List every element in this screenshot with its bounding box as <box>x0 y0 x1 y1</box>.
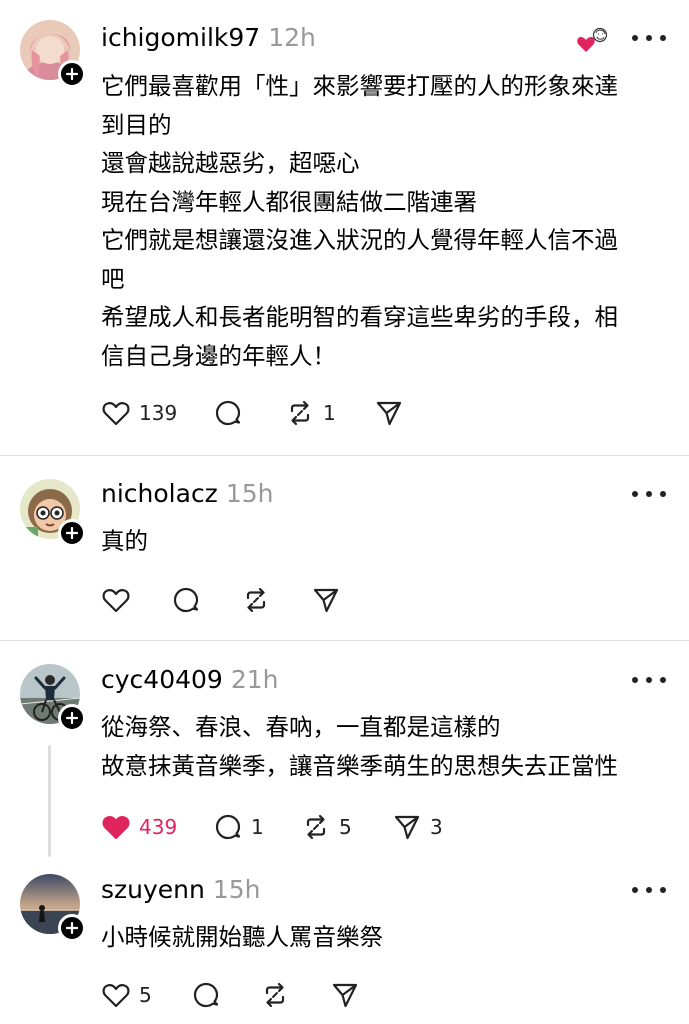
username[interactable]: nicholacz <box>101 479 218 508</box>
liked-by-author-heart-icon <box>577 27 608 52</box>
share-count: 3 <box>430 815 443 839</box>
repost-count: 1 <box>323 401 336 425</box>
more-dots-icon <box>632 491 638 497</box>
like-button[interactable]: 5 <box>101 980 152 1010</box>
comment-button[interactable] <box>191 980 221 1010</box>
post-text: 它們最喜歡用「性」來影響要打壓的人的形象來達 到目的 還會越說越惡劣，超噁心 現… <box>101 72 618 370</box>
share-send-icon <box>376 401 402 426</box>
repost-icon <box>290 400 310 426</box>
avatar-ichigomilk97[interactable] <box>20 20 86 88</box>
share-button[interactable] <box>311 585 341 615</box>
plus-icon <box>66 68 78 80</box>
more-dots-icon <box>632 677 638 683</box>
comment-button[interactable] <box>171 585 201 615</box>
more-options-button[interactable] <box>632 484 666 504</box>
username[interactable]: ichigomilk97 <box>101 23 260 52</box>
heart-icon <box>102 589 130 613</box>
more-dots-icon <box>632 35 638 41</box>
repost-button[interactable]: 1 <box>285 398 336 428</box>
avatar-nicholacz[interactable] <box>20 479 86 547</box>
like-count: 139 <box>139 401 178 425</box>
share-send-icon <box>394 815 420 840</box>
share-button[interactable]: 3 <box>392 812 443 842</box>
repost-count: 5 <box>339 815 352 839</box>
share-send-icon <box>332 983 358 1008</box>
post-divider <box>0 640 689 641</box>
plus-icon <box>66 712 78 724</box>
repost-icon <box>265 982 285 1008</box>
avatar-szuyenn[interactable] <box>20 874 86 942</box>
timestamp: 15h <box>212 875 261 904</box>
post-header: cyc40409 21h <box>101 664 278 696</box>
comment-button[interactable]: 1 <box>213 812 264 842</box>
avatar-cyc40409[interactable] <box>20 664 86 732</box>
heart-icon <box>102 402 130 426</box>
follow-button[interactable] <box>58 704 86 732</box>
repost-icon <box>306 814 326 840</box>
post-divider <box>0 455 689 456</box>
follow-button[interactable] <box>58 60 86 88</box>
like-button[interactable]: 439 <box>101 812 177 842</box>
like-button[interactable] <box>101 585 139 615</box>
post-header: szuyenn 15h <box>101 874 261 906</box>
comment-count: 1 <box>251 815 264 839</box>
post-header: ichigomilk97 12h <box>101 22 316 54</box>
like-count: 5 <box>139 983 152 1007</box>
post-header: nicholacz 15h <box>101 478 273 510</box>
plus-icon <box>66 527 78 539</box>
comment-bubble-icon <box>215 814 241 840</box>
post-text: 真的 <box>101 527 148 555</box>
repost-icon <box>246 587 266 613</box>
comment-bubble-icon <box>173 587 199 613</box>
comment-button[interactable] <box>213 398 243 428</box>
share-button[interactable] <box>330 980 360 1010</box>
timestamp: 15h <box>225 479 274 508</box>
more-dots-icon <box>632 887 638 893</box>
timestamp: 21h <box>230 665 279 694</box>
username[interactable]: szuyenn <box>101 875 205 904</box>
timestamp: 12h <box>268 23 316 52</box>
post-text: 從海祭、春浪、春吶，一直都是這樣的 故意抹黃音樂季，讓音樂季萌生的思想失去正當性 <box>101 713 618 780</box>
repost-button[interactable] <box>260 980 290 1010</box>
repost-button[interactable]: 5 <box>301 812 352 842</box>
like-button[interactable]: 139 <box>101 398 177 428</box>
more-options-button[interactable] <box>632 880 666 900</box>
share-button[interactable] <box>374 398 412 428</box>
plus-icon <box>66 922 78 934</box>
more-options-button[interactable] <box>632 28 666 48</box>
more-options-button[interactable] <box>632 670 666 690</box>
thread-connector-line <box>48 745 51 857</box>
username[interactable]: cyc40409 <box>101 665 223 694</box>
repost-button[interactable] <box>241 585 271 615</box>
follow-button[interactable] <box>58 519 86 547</box>
post-text: 小時候就開始聽人罵音樂祭 <box>101 923 383 951</box>
heart-icon <box>102 984 130 1008</box>
comment-bubble-icon <box>193 982 219 1008</box>
comment-bubble-icon <box>215 400 241 426</box>
follow-button[interactable] <box>58 914 86 942</box>
share-send-icon <box>313 588 339 613</box>
like-count: 439 <box>139 815 178 839</box>
heart-filled-icon <box>102 816 130 840</box>
